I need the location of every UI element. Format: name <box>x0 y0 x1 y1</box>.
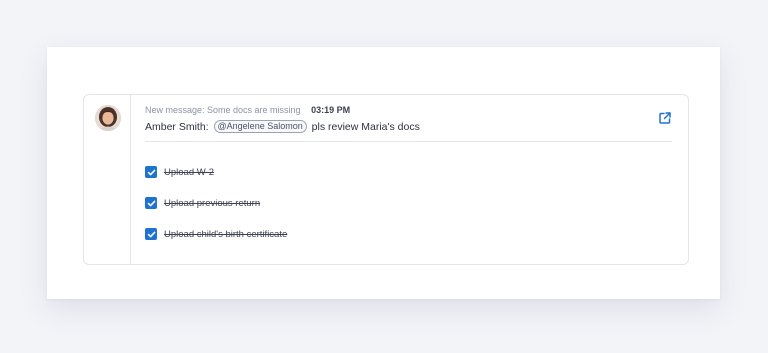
message-time: 03:19 PM <box>311 105 351 115</box>
avatar <box>95 105 121 131</box>
message-content: New message: Some docs are missing 03:19… <box>145 95 672 264</box>
task-label: Upload child's birth certificate <box>164 228 288 240</box>
avatar-column <box>84 95 131 264</box>
avatar-image <box>95 105 121 131</box>
message-panel: New message: Some docs are missing 03:19… <box>47 47 720 299</box>
message-meta: New message: Some docs are missing 03:19… <box>145 105 350 116</box>
mention-tag[interactable]: @Angelene Salomon <box>213 120 307 133</box>
checkmark-icon <box>147 200 155 206</box>
task-checkbox[interactable] <box>145 228 157 240</box>
task-item[interactable]: Upload previous return <box>145 196 260 210</box>
sender-name: Amber Smith: <box>145 121 209 133</box>
divider <box>145 141 672 142</box>
share-external-icon[interactable] <box>658 111 672 125</box>
task-label: Upload previous return <box>164 197 261 209</box>
task-checkbox[interactable] <box>145 197 157 209</box>
message-card: New message: Some docs are missing 03:19… <box>83 94 689 265</box>
message-body: pls review Maria's docs <box>311 121 420 133</box>
checkmark-icon <box>147 231 155 237</box>
message-header: New message: Some docs are missing <box>145 105 301 115</box>
checkmark-icon <box>147 169 155 175</box>
task-item[interactable]: Upload W-2 <box>145 165 214 179</box>
task-checkbox[interactable] <box>145 166 157 178</box>
message-body-row: Amber Smith: @Angelene Salomon pls revie… <box>145 120 420 134</box>
task-label: Upload W-2 <box>164 166 214 178</box>
task-item[interactable]: Upload child's birth certificate <box>145 227 287 241</box>
